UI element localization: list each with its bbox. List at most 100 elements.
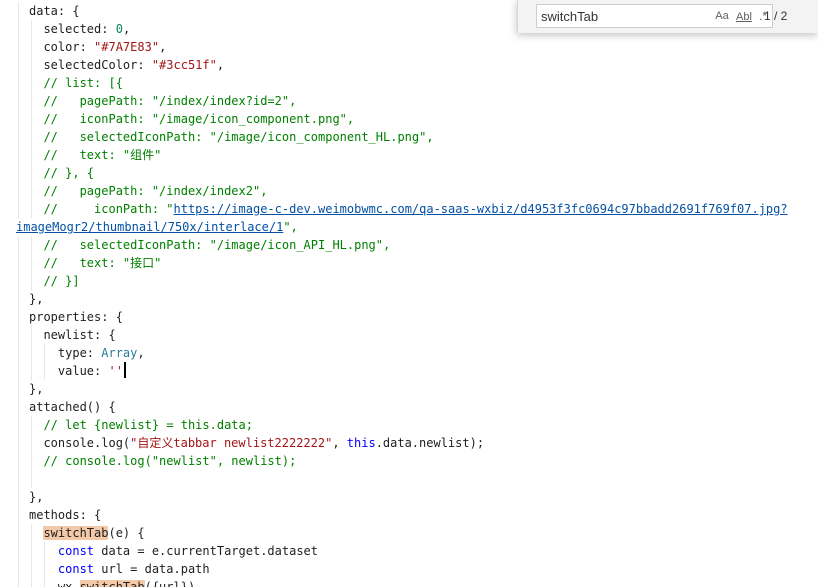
indent-guide — [44, 578, 45, 587]
indent-guide — [18, 20, 19, 38]
indent-guide — [18, 164, 19, 182]
indent-guide — [44, 560, 45, 578]
find-widget: Aa Abl .* 1 / 2 — [517, 0, 818, 33]
code-line[interactable]: // text: "接口" — [0, 254, 818, 272]
code-token: console.log( — [29, 436, 131, 450]
code-line[interactable]: }, — [0, 290, 818, 308]
code-lines: data: { selected: 0, color: "#7A7E83", s… — [0, 2, 818, 587]
indent-guide — [18, 254, 19, 272]
code-token: , — [216, 58, 225, 72]
code-token: url = data.path — [94, 562, 210, 576]
code-line[interactable]: // pagePath: "/index/index?id=2", — [0, 92, 818, 110]
indent-guide — [31, 92, 32, 110]
code-token: // }] — [43, 274, 80, 288]
code-token: color: — [29, 40, 95, 54]
indent-guide — [18, 38, 19, 56]
indent-guide — [18, 542, 19, 560]
indent-guide — [18, 506, 19, 524]
code-token: // text: "组件" — [43, 148, 162, 162]
find-input-box[interactable]: Aa Abl .* — [536, 4, 773, 28]
code-line[interactable]: value: '' — [0, 362, 818, 380]
code-line[interactable]: properties: { — [0, 308, 818, 326]
indent-guide — [18, 236, 19, 254]
indent-guide — [18, 578, 19, 587]
indent-guide — [31, 128, 32, 146]
code-token: // pagePath: "/index/index2", — [43, 184, 268, 198]
code-line[interactable] — [0, 470, 818, 488]
indent-guide — [18, 182, 19, 200]
code-line[interactable]: selectedColor: "#3cc51f", — [0, 56, 818, 74]
code-line[interactable]: wx.switchTab({url}) — [0, 578, 818, 587]
find-input[interactable] — [541, 7, 691, 25]
code-token: // console.log("newlist", newlist); — [43, 454, 297, 468]
find-widget-sash[interactable] — [522, 4, 525, 28]
code-token: "自定义tabbar newlist2222222" — [130, 436, 333, 450]
code-line[interactable]: // }, { — [0, 164, 818, 182]
indent-guide — [31, 326, 32, 344]
indent-guide — [44, 344, 45, 362]
code-token: }, — [29, 382, 44, 396]
indent-guide — [31, 20, 32, 38]
indent-guide — [18, 128, 19, 146]
code-token: wx. — [29, 580, 80, 587]
code-line[interactable]: }, — [0, 488, 818, 506]
indent-guide — [31, 560, 32, 578]
code-token: methods: { — [29, 508, 102, 522]
code-line[interactable]: // let {newlist} = this.data; — [0, 416, 818, 434]
code-line[interactable]: switchTab(e) { — [0, 524, 818, 542]
code-token: (e) { — [108, 526, 145, 540]
indent-guide — [31, 272, 32, 290]
indent-guide — [18, 344, 19, 362]
indent-guide — [31, 452, 32, 470]
code-editor[interactable]: data: { selected: 0, color: "#7A7E83", s… — [0, 0, 818, 587]
code-line[interactable]: // console.log("newlist", newlist); — [0, 452, 818, 470]
code-line[interactable]: // pagePath: "/index/index2", — [0, 182, 818, 200]
code-line[interactable]: // }] — [0, 272, 818, 290]
code-token: // selectedIconPath: "/image/icon_API_HL… — [43, 238, 391, 252]
code-token: 0 — [115, 22, 123, 36]
match-case-toggle[interactable]: Aa — [713, 8, 731, 24]
code-token: value: — [29, 364, 109, 378]
code-token: const — [57, 544, 95, 558]
code-line[interactable]: newlist: { — [0, 326, 818, 344]
indent-guide — [31, 362, 32, 380]
code-token: // text: "接口" — [43, 256, 162, 270]
code-token: type: — [29, 346, 102, 360]
indent-guide — [18, 416, 19, 434]
code-line[interactable]: // selectedIconPath: "/image/icon_API_HL… — [0, 236, 818, 254]
indent-guide — [18, 524, 19, 542]
indent-guide — [18, 380, 19, 398]
code-token: }, — [29, 292, 44, 306]
indent-guide — [18, 290, 19, 308]
code-token: "#7A7E83" — [94, 40, 160, 54]
code-line[interactable]: // list: [{ — [0, 74, 818, 92]
match-whole-word-toggle[interactable]: Abl — [735, 8, 753, 24]
indent-guide — [18, 74, 19, 92]
indent-guide — [31, 110, 32, 128]
indent-guide — [18, 308, 19, 326]
code-line[interactable]: attached() { — [0, 398, 818, 416]
indent-guide — [31, 434, 32, 452]
code-line[interactable]: type: Array, — [0, 344, 818, 362]
code-line[interactable]: // selectedIconPath: "/image/icon_compon… — [0, 128, 818, 146]
code-token: ", — [283, 220, 298, 234]
match-count: 1 / 2 — [764, 9, 788, 23]
code-line[interactable]: // text: "组件" — [0, 146, 818, 164]
indent-guide — [31, 38, 32, 56]
code-token: selectedColor: — [29, 58, 152, 72]
code-line[interactable]: }, — [0, 380, 818, 398]
code-line[interactable]: console.log("自定义tabbar newlist2222222", … — [0, 434, 818, 452]
text-cursor — [123, 362, 126, 378]
code-line[interactable]: methods: { — [0, 506, 818, 524]
code-token: Array — [101, 346, 138, 360]
code-line[interactable]: // iconPath: "/image/icon_component.png"… — [0, 110, 818, 128]
code-line[interactable]: // iconPath: "https://image-c-dev.weimob… — [0, 200, 818, 218]
code-line[interactable]: const data = e.currentTarget.dataset — [0, 542, 818, 560]
code-line[interactable]: imageMogr2/thumbnail/750x/interlace/1", — [0, 218, 818, 236]
indent-guide — [31, 524, 32, 542]
code-line[interactable]: const url = data.path — [0, 560, 818, 578]
code-token: const — [57, 562, 95, 576]
indent-guide — [18, 398, 19, 416]
code-line[interactable]: color: "#7A7E83", — [0, 38, 818, 56]
indent-guide — [31, 254, 32, 272]
